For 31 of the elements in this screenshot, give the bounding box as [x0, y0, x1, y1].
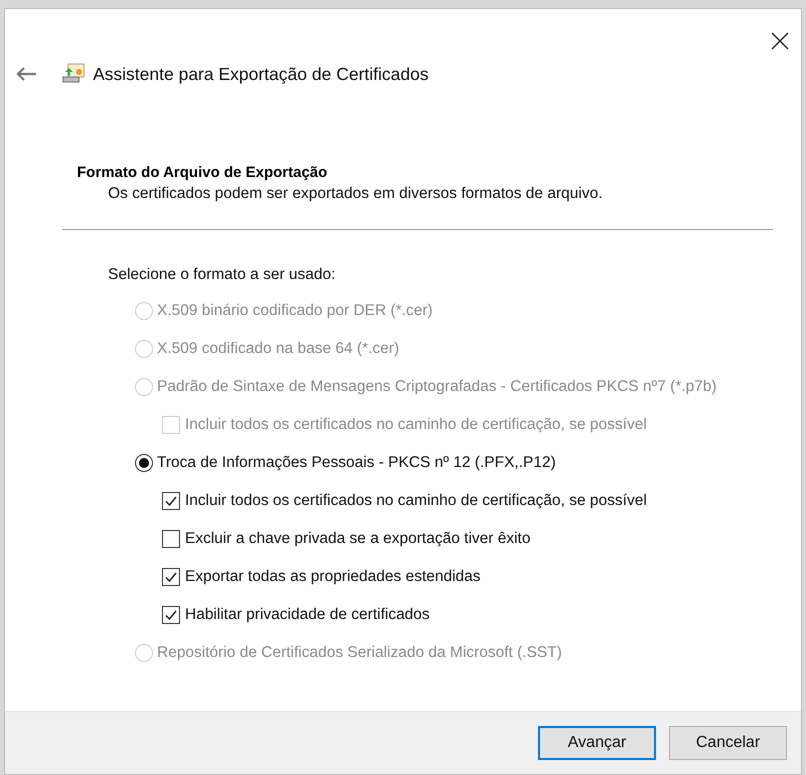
- option-label: Padrão de Sintaxe de Mensagens Criptografadas - Certificados PKCS nº7 (*.p7b): [157, 378, 717, 396]
- next-button[interactable]: Avançar: [538, 726, 656, 760]
- option-label: X.509 codificado na base 64 (*.cer): [157, 340, 400, 358]
- checkbox-option[interactable]: Exportar todas as propriedades estendidas: [162, 558, 801, 596]
- checkbox-option[interactable]: Excluir a chave privada se a exportação tiver êxito: [162, 520, 801, 558]
- option-label: Repositório de Certificados Serializado da Microsoft (.SST): [157, 644, 562, 662]
- option-label: X.509 binário codificado por DER (*.cer): [157, 302, 433, 320]
- cancel-button[interactable]: Cancelar: [669, 726, 787, 760]
- checkbox[interactable]: [162, 492, 180, 510]
- checkbox-option[interactable]: Habilitar privacidade de certificados: [162, 596, 801, 634]
- checkmark-icon: [164, 494, 178, 508]
- option-label: Exportar todas as propriedades estendidas: [185, 568, 481, 586]
- checkmark-icon: [164, 570, 178, 584]
- radio-button[interactable]: [135, 454, 153, 472]
- window-title: Assistente para Exportação de Certificados: [93, 64, 429, 84]
- checkbox-option[interactable]: Incluir todos os certificados no caminho de certificação, se possível: [162, 482, 801, 520]
- option-label: Habilitar privacidade de certificados: [185, 606, 430, 624]
- option-label: Incluir todos os certificados no caminho de certificação, se possível: [185, 416, 647, 434]
- section-title: Formato do Arquivo de Exportação: [77, 164, 328, 181]
- option-label: Excluir a chave privada se a exportação tiver êxito: [185, 530, 530, 548]
- section-description: Os certificados podem ser exportados em diversos formatos de arquivo.: [107, 185, 604, 203]
- checkbox[interactable]: [162, 606, 180, 624]
- radio-option[interactable]: Troca de Informações Pessoais - PKCS nº 12 (.PFX,.P12): [135, 444, 801, 482]
- option-label: Troca de Informações Pessoais - PKCS nº 12 (.PFX,.P12): [157, 454, 556, 472]
- option-label: Incluir todos os certificados no caminho de certificação, se possível: [185, 492, 647, 510]
- checkbox[interactable]: [162, 530, 180, 548]
- checkmark-icon: [164, 608, 178, 622]
- prompt-label: Selecione o formato a ser usado:: [108, 266, 336, 284]
- close-button[interactable]: [769, 30, 791, 52]
- checkbox[interactable]: [162, 568, 180, 586]
- close-icon: [771, 32, 789, 50]
